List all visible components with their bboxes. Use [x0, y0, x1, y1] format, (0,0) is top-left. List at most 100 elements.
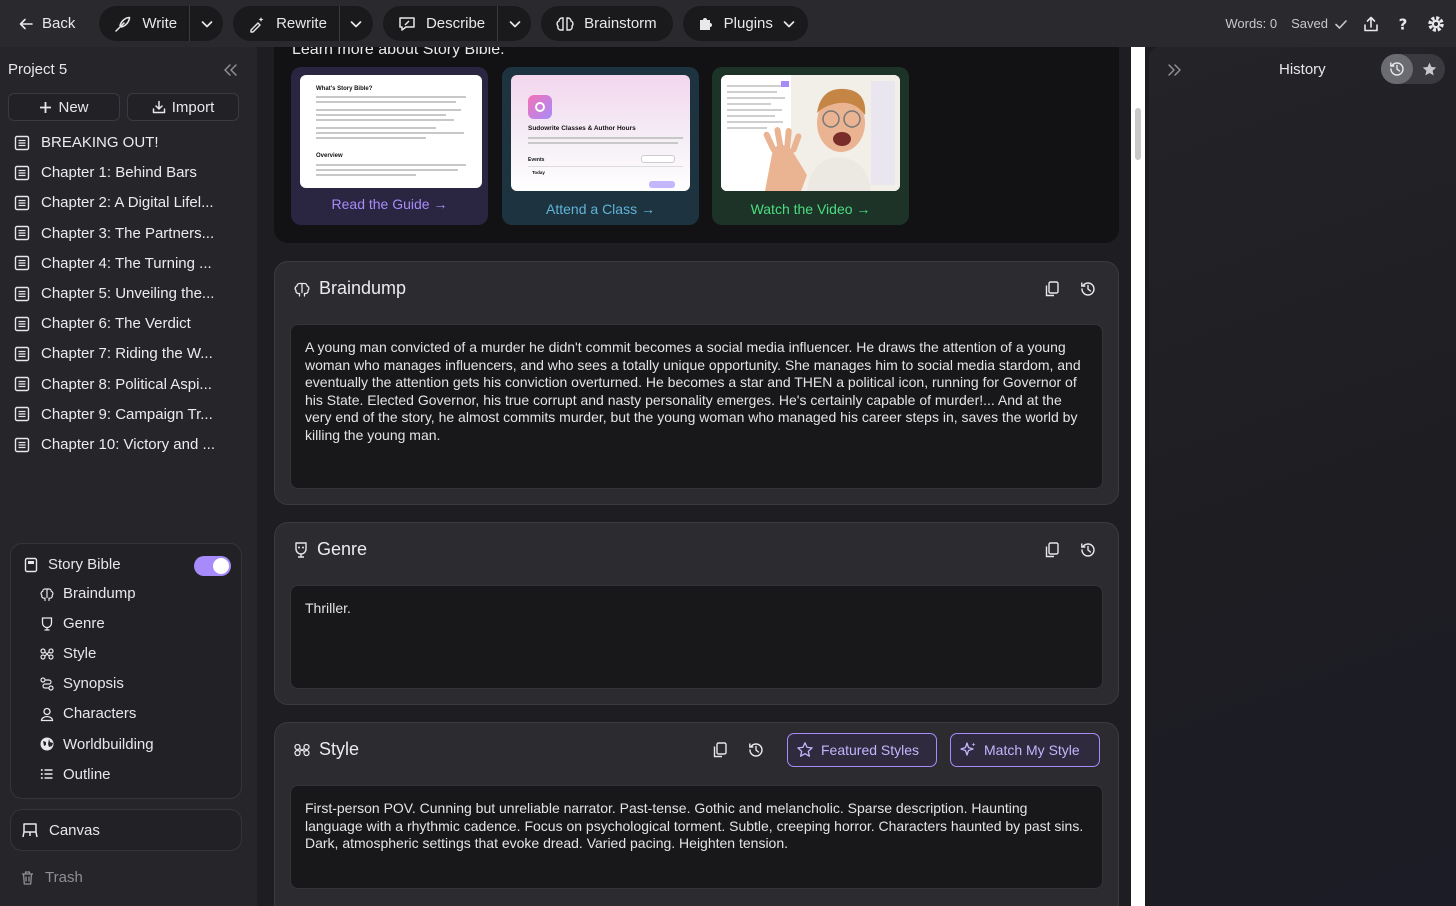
story-bible-header[interactable]: Story Bible [23, 556, 121, 573]
chevron-down-icon [201, 20, 212, 27]
document-item[interactable]: Chapter 7: Riding the W... [14, 345, 213, 362]
history-icon[interactable] [1079, 280, 1097, 298]
text-line [316, 169, 458, 171]
document-item[interactable]: Chapter 9: Campaign Tr... [14, 406, 213, 423]
story-bible-item-label: Braindump [63, 585, 136, 602]
document-item[interactable]: Chapter 10: Victory and ... [14, 436, 215, 453]
describe-group: Describe [382, 6, 532, 41]
rewrite-dropdown-button[interactable] [338, 6, 373, 41]
text-line [528, 137, 683, 139]
copy-icon[interactable] [1043, 280, 1061, 298]
write-dropdown-button[interactable] [189, 6, 223, 41]
history-tab[interactable] [1381, 54, 1413, 84]
document-title: Chapter 6: The Verdict [41, 315, 191, 333]
expand-panel-icon[interactable] [1165, 61, 1185, 79]
story-bible-item-style[interactable]: Style [39, 645, 96, 662]
class-resource[interactable]: Sudowrite Classes & Author Hours Events … [502, 67, 699, 225]
rewrite-button[interactable]: Rewrite [233, 6, 339, 41]
text-line [316, 96, 466, 98]
favorites-tab[interactable] [1413, 54, 1445, 84]
event-chip [649, 181, 675, 188]
logo-mark [535, 102, 545, 112]
document-item[interactable]: Chapter 8: Political Aspi... [14, 376, 212, 393]
main-scrollbar-track[interactable] [1131, 47, 1145, 906]
document-item[interactable]: Chapter 3: The Partners... [14, 225, 214, 242]
story-bible-item-label: Worldbuilding [63, 735, 154, 753]
new-label: New [58, 98, 89, 116]
gear-icon[interactable] [1426, 14, 1446, 34]
document-title: Chapter 5: Unveiling the... [41, 285, 215, 302]
story-bible-item-label: Outline [63, 765, 111, 783]
history-icon[interactable] [1079, 541, 1097, 559]
document-icon [14, 376, 30, 392]
plugins-inner: Plugins [683, 6, 808, 41]
document-item[interactable]: Chapter 5: Unveiling the... [14, 285, 214, 302]
document-item[interactable]: Chapter 1: Behind Bars [14, 164, 197, 181]
video-resource[interactable]: Watch the Video → [712, 67, 909, 225]
document-item[interactable]: Chapter 4: The Turning ... [14, 255, 212, 272]
style-textarea[interactable]: First-person POV. Cunning but unreliable… [290, 785, 1103, 889]
story-bible-item-worldbuilding[interactable]: Worldbuilding [39, 736, 154, 753]
document-item[interactable]: Chapter 2: A Digital Lifel... [14, 194, 214, 211]
braindump-header: Braindump [293, 278, 406, 299]
story-bible-item-braindump[interactable]: Braindump [39, 585, 136, 602]
featured-styles-button[interactable]: Featured Styles [787, 733, 937, 767]
featured-styles-label: Featured Styles [821, 742, 920, 758]
story-bible-main: Learn more about Story Bible. What's Sto… [257, 47, 1131, 906]
plus-icon [40, 101, 52, 113]
document-icon [14, 316, 30, 331]
toolbar-status: Words: 0 Saved ? [1225, 0, 1446, 47]
brainstorm-button[interactable]: Brainstorm [541, 6, 673, 41]
list-icon [40, 769, 53, 780]
history-icon[interactable] [747, 741, 765, 759]
help-icon[interactable]: ? [1394, 15, 1412, 33]
guide-resource[interactable]: What's Story Bible? Overview Read the Gu… [291, 67, 488, 225]
share-icon[interactable] [1362, 15, 1380, 33]
main-scrollbar-thumb[interactable] [1135, 108, 1141, 160]
document-item[interactable]: BREAKING OUT! [14, 134, 159, 151]
trash-button[interactable]: Trash [20, 869, 83, 886]
canvas-button[interactable]: Canvas [10, 809, 242, 851]
write-group: Write [99, 6, 224, 41]
story-bible-item-genre[interactable]: Genre [39, 615, 105, 632]
document-title: Chapter 10: Victory and ... [41, 436, 215, 453]
plugins-button[interactable]: Plugins [682, 6, 808, 41]
learn-more-card: Learn more about Story Bible. What's Sto… [274, 47, 1119, 243]
word-count: Words: 0 [1225, 16, 1278, 31]
import-label: Import [171, 98, 215, 116]
text-line [316, 109, 461, 111]
collapse-sidebar-icon[interactable] [221, 61, 239, 79]
document-title: Chapter 8: Political Aspi... [41, 375, 212, 393]
genre-mask-icon [41, 616, 53, 631]
new-document-button[interactable]: New [8, 93, 120, 121]
back-button[interactable]: Back [10, 7, 89, 41]
copy-icon[interactable] [711, 741, 729, 759]
write-button[interactable]: Write [99, 6, 189, 41]
history-icon [1390, 62, 1404, 76]
describe-dropdown-button[interactable] [497, 6, 531, 41]
braindump-textarea[interactable]: A young man convicted of a murder he did… [290, 324, 1103, 489]
svg-text:?: ? [1399, 15, 1408, 33]
describe-button[interactable]: Describe [383, 6, 497, 41]
left-sidebar: Project 5 New Import BREAKING OUT! Chapte… [0, 47, 257, 906]
history-title: History [1279, 61, 1326, 78]
style-mustache-icon [40, 648, 54, 660]
text-line [528, 142, 678, 144]
brainstorm-label: Brainstorm [584, 15, 657, 32]
match-my-style-button[interactable]: Match My Style [950, 733, 1100, 767]
story-bible-item-characters[interactable]: Characters [39, 705, 136, 722]
watch-video-link[interactable]: Watch the Video → [712, 201, 909, 217]
document-title: Chapter 9: Campaign Tr... [41, 405, 213, 423]
rewrite-label: Rewrite [276, 15, 327, 32]
story-bible-toggle[interactable] [194, 556, 231, 576]
attend-class-link[interactable]: Attend a Class → [502, 201, 699, 217]
story-bible-item-synopsis[interactable]: Synopsis [39, 675, 124, 692]
import-button[interactable]: Import [127, 93, 239, 121]
genre-textarea[interactable]: Thriller. [290, 585, 1103, 689]
brain-icon [294, 282, 310, 297]
read-guide-link[interactable]: Read the Guide → [291, 196, 488, 212]
document-item[interactable]: Chapter 6: The Verdict [14, 315, 191, 332]
story-bible-item-outline[interactable]: Outline [39, 766, 111, 783]
sparkle-icon [960, 742, 976, 756]
copy-icon[interactable] [1043, 541, 1061, 559]
